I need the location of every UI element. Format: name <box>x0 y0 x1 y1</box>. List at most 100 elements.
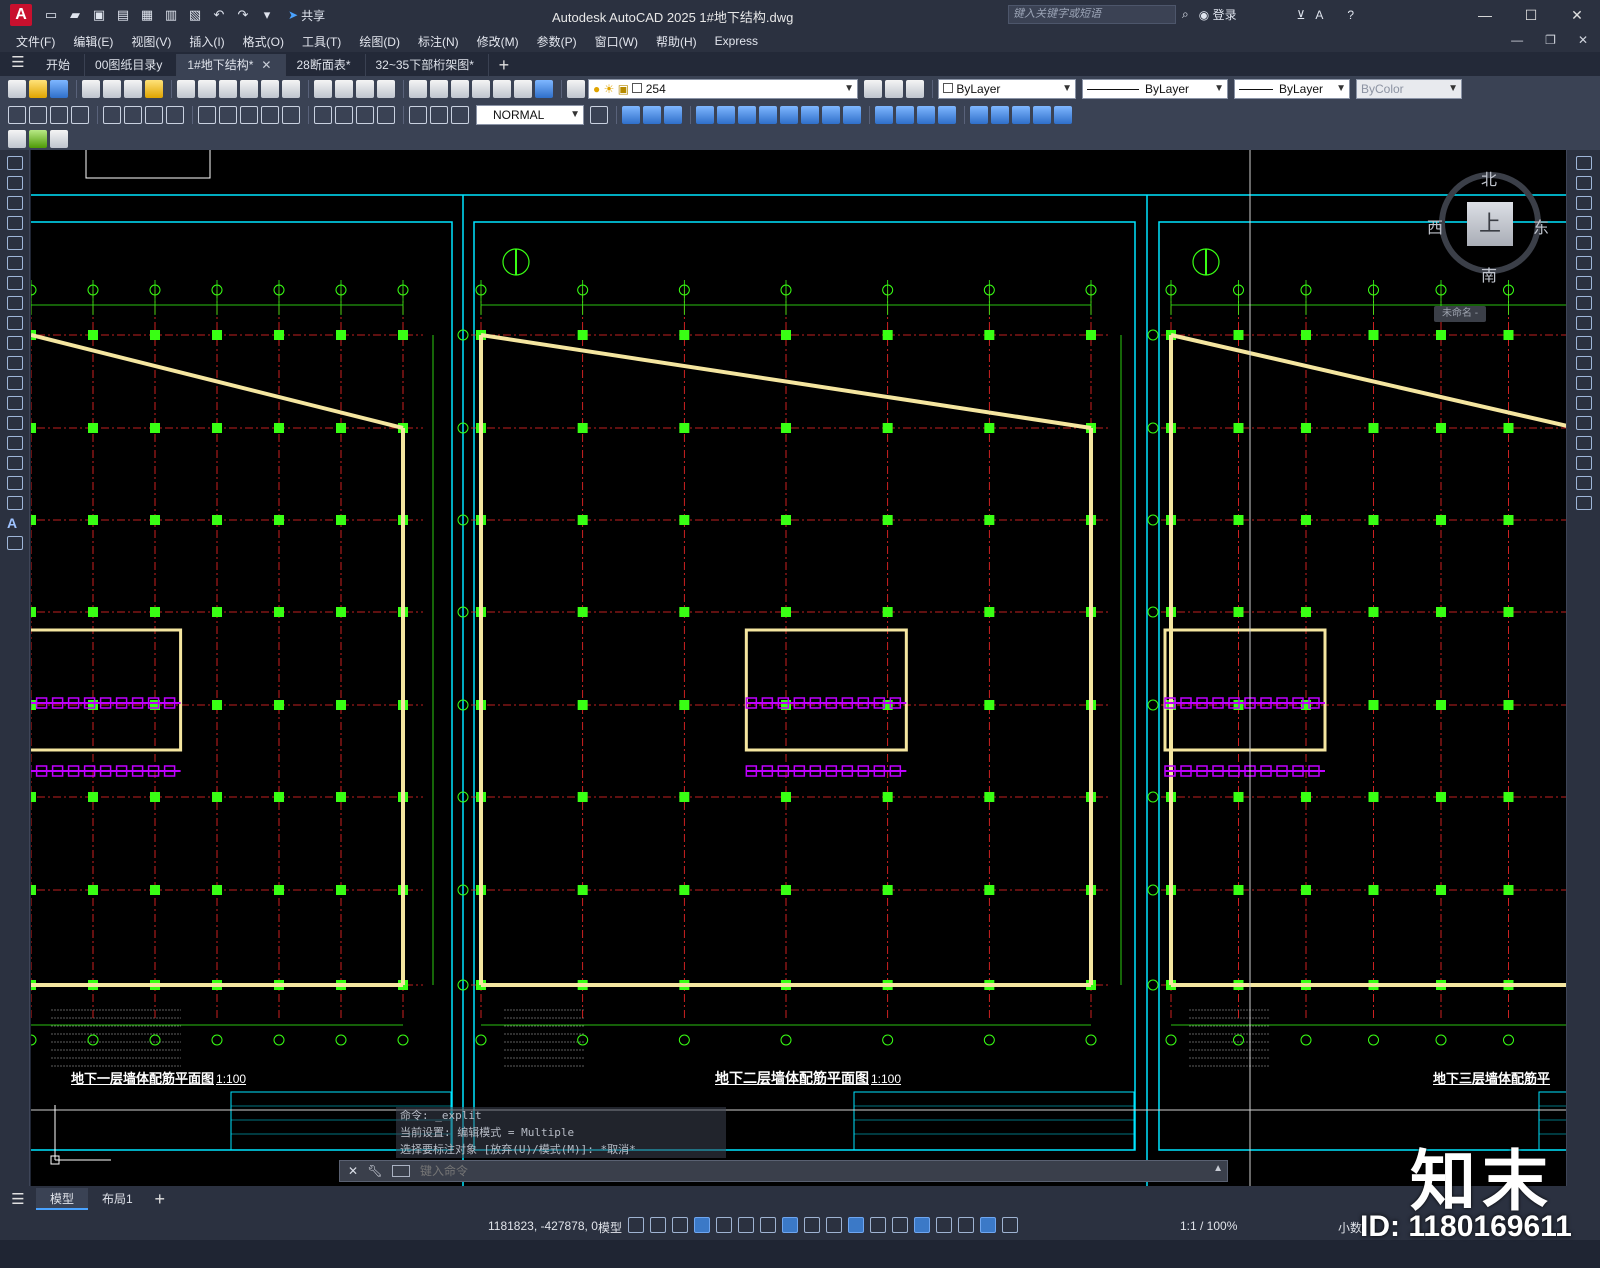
refclose-icon[interactable] <box>50 130 68 148</box>
design-center-icon[interactable] <box>430 80 448 98</box>
menu-format[interactable]: 格式(O) <box>243 33 284 50</box>
menu-parametric[interactable]: 参数(P) <box>537 33 577 50</box>
layout-menu-icon[interactable]: ☰ <box>0 1190 36 1208</box>
gradient-icon[interactable] <box>7 456 23 470</box>
3d-print-icon[interactable] <box>145 80 163 98</box>
dim-space-icon[interactable] <box>261 106 279 124</box>
dimstyle-dropdown[interactable]: NORMAL ▼ <box>476 105 584 125</box>
viewcube[interactable]: 上 北 南 西 东 <box>1427 166 1549 285</box>
dimstyle-manager-icon[interactable] <box>590 106 608 124</box>
polygon-icon[interactable] <box>7 216 23 230</box>
viewcube-top-face[interactable]: 上 <box>1467 202 1513 246</box>
infer-constraints-icon[interactable] <box>672 1217 688 1233</box>
lineweight-icon[interactable] <box>826 1217 842 1233</box>
compass-north[interactable]: 北 <box>1481 166 1497 190</box>
close-tab-icon[interactable]: ✕ <box>261 58 271 72</box>
autodesk-app-icon[interactable]: A <box>1315 8 1323 22</box>
plot-toolbar-icon[interactable] <box>82 80 100 98</box>
annotation-visibility-icon[interactable] <box>980 1217 996 1233</box>
chamfer-object-icon[interactable] <box>1576 436 1592 450</box>
line-icon[interactable] <box>7 156 23 170</box>
edit-block-icon[interactable] <box>8 130 26 148</box>
snap-icon[interactable] <box>650 1217 666 1233</box>
polar-tracking-icon[interactable] <box>738 1217 754 1233</box>
extend-object-icon[interactable] <box>1576 356 1592 370</box>
jogged-linear-icon[interactable] <box>377 106 395 124</box>
layer-dropdown[interactable]: ● ☀ ▣ 254 ▼ <box>588 79 858 99</box>
signin-button[interactable]: ◉ 登录 <box>1199 6 1237 23</box>
aligned-dim-icon[interactable] <box>29 106 47 124</box>
quick-dim-icon[interactable] <box>198 106 216 124</box>
menu-view[interactable]: 视图(V) <box>131 33 171 50</box>
explode-object-icon[interactable] <box>1576 496 1592 510</box>
close-icon[interactable]: ✕ <box>1554 0 1600 30</box>
circle-icon[interactable] <box>7 276 23 290</box>
compass-east[interactable]: 东 <box>1533 214 1549 238</box>
offset-icon[interactable] <box>717 106 735 124</box>
fillet-object-icon[interactable] <box>1576 456 1592 470</box>
radius-dim-icon[interactable] <box>103 106 121 124</box>
erase-icon[interactable] <box>1576 156 1592 170</box>
mirror-icon[interactable] <box>696 106 714 124</box>
open-icon[interactable] <box>29 80 47 98</box>
dynamic-ucs-icon[interactable] <box>914 1217 930 1233</box>
jogged-dim-icon[interactable] <box>124 106 142 124</box>
coordinate-readout[interactable]: 1181823, -427878, 0 <box>488 1219 598 1233</box>
menu-insert[interactable]: 插入(I) <box>189 33 224 50</box>
tolerance-icon[interactable] <box>314 106 332 124</box>
add-selected-icon[interactable] <box>7 536 23 550</box>
tab-underground-structure[interactable]: 1#地下结构* ✕ <box>177 54 287 76</box>
save-as-icon[interactable]: ▤ <box>114 7 132 23</box>
continuous-orbit-icon[interactable] <box>664 106 682 124</box>
close-icon[interactable]: ✕ <box>344 1164 362 1178</box>
open-file-icon[interactable]: ▰ <box>66 7 84 23</box>
markup-icon[interactable] <box>493 80 511 98</box>
break-object-icon[interactable] <box>1576 396 1592 410</box>
arc-icon[interactable] <box>7 256 23 270</box>
plotstyle-dropdown[interactable]: ByColor ▼ <box>1356 79 1462 99</box>
publish-toolbar-icon[interactable] <box>124 80 142 98</box>
extend-icon[interactable] <box>875 106 893 124</box>
join-object-icon[interactable] <box>1576 416 1592 430</box>
menu-tools[interactable]: 工具(T) <box>302 33 341 50</box>
angular-dim-icon[interactable] <box>166 106 184 124</box>
rotate-icon[interactable] <box>780 106 798 124</box>
color-dropdown[interactable]: ByLayer ▼ <box>938 79 1076 99</box>
tab-drawing-index[interactable]: 00图纸目录y <box>85 54 178 76</box>
new-file-icon[interactable]: ▭ <box>42 7 60 23</box>
dim-break-icon[interactable] <box>282 106 300 124</box>
linetype-dropdown[interactable]: ByLayer ▼ <box>1082 79 1228 99</box>
dynamic-input-icon[interactable] <box>694 1217 710 1233</box>
orbit-icon[interactable] <box>622 106 640 124</box>
rotate-object-icon[interactable] <box>1576 276 1592 290</box>
object-snap-tracking-icon[interactable] <box>782 1217 798 1233</box>
share-button[interactable]: ➤ 共享 <box>288 7 325 24</box>
blend-icon[interactable] <box>1012 106 1030 124</box>
undo-toolbar-icon[interactable] <box>261 80 279 98</box>
chevron-up-icon[interactable]: ▲ <box>1213 1163 1223 1174</box>
drawing-canvas[interactable]: 地下一层墙体配筋平面图 1:100 地下二层墙体配筋平面图 1:100 地下三层墙体… <box>31 150 1566 1186</box>
doc-close-icon[interactable]: ✕ <box>1578 33 1588 47</box>
tool-palettes-icon[interactable] <box>451 80 469 98</box>
layer-properties-icon[interactable] <box>567 80 585 98</box>
center-mark-icon[interactable] <box>335 106 353 124</box>
stretch-icon[interactable] <box>822 106 840 124</box>
layer-previous-icon[interactable] <box>906 80 924 98</box>
save-icon[interactable]: ▣ <box>90 7 108 23</box>
model-space-toggle[interactable]: 模型 <box>598 1219 622 1236</box>
units-display[interactable]: 小数 <box>1338 1219 1362 1236</box>
gizmo-icon[interactable] <box>958 1217 974 1233</box>
app-menu-icon[interactable]: ☰ <box>0 52 36 76</box>
move-object-icon[interactable] <box>1576 256 1592 270</box>
match-properties-icon[interactable] <box>240 80 258 98</box>
join-icon[interactable] <box>917 106 935 124</box>
cut-icon[interactable] <box>177 80 195 98</box>
undo-icon[interactable]: ↶ <box>210 7 228 23</box>
dim-update-icon[interactable] <box>451 106 469 124</box>
menu-edit[interactable]: 编辑(E) <box>73 33 113 50</box>
trim-object-icon[interactable] <box>1576 336 1592 350</box>
add-layout-button[interactable]: + <box>147 1189 173 1210</box>
linear-dim-icon[interactable] <box>8 106 26 124</box>
offset-object-icon[interactable] <box>1576 216 1592 230</box>
scale-icon[interactable] <box>801 106 819 124</box>
